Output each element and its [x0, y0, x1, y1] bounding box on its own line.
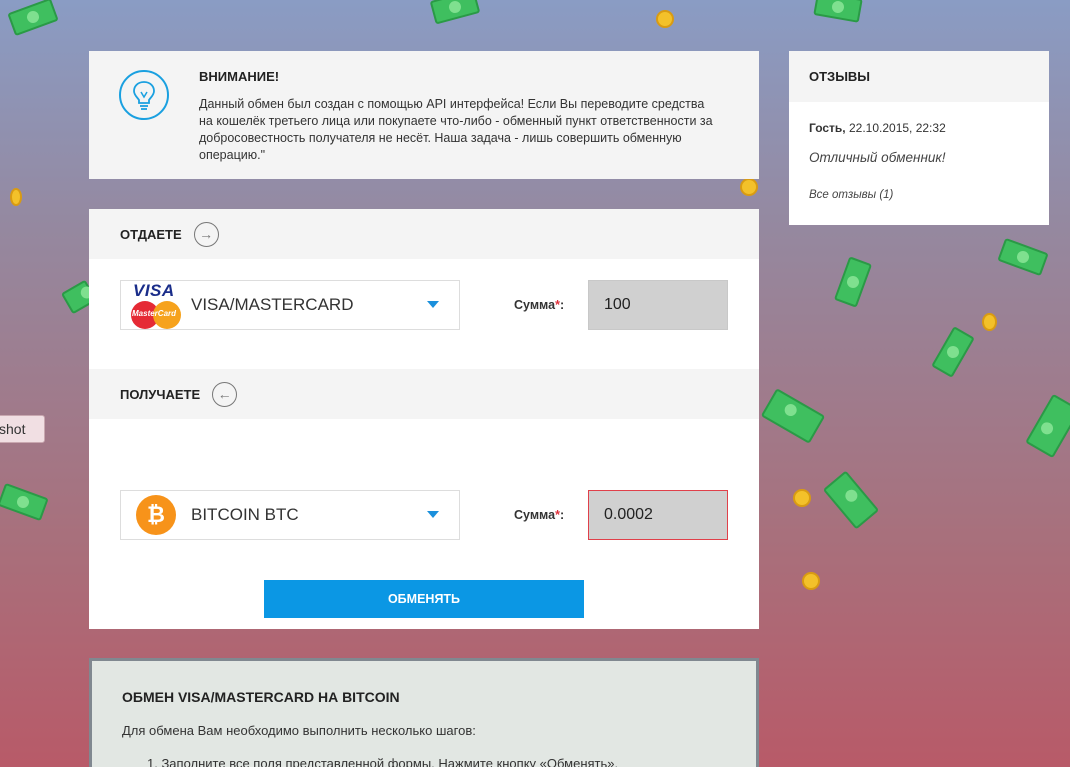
- money-bill-decoration: [7, 0, 59, 37]
- mastercard-logo: MasterCard: [131, 301, 183, 329]
- give-currency-label: VISA/MASTERCARD: [191, 295, 354, 314]
- coin-decoration: [10, 188, 22, 206]
- give-section-header: ОТДАЕТЕ →: [89, 209, 759, 259]
- info-intro: Для обмена Вам необходимо выполнить неск…: [122, 723, 476, 738]
- arrow-left-icon: ←: [212, 381, 238, 407]
- receive-label: ПОЛУЧАЕТЕ: [120, 386, 201, 402]
- coin-decoration: [793, 489, 811, 507]
- reviews-title: ОТЗЫВЫ: [789, 51, 1049, 102]
- sum-colon: :: [559, 298, 565, 312]
- give-currency-select[interactable]: VISA MasterCard VISA/MASTERCARD: [120, 280, 460, 330]
- bitcoin-icon: ₿: [136, 495, 176, 535]
- dropdown-caret-icon: [427, 511, 439, 518]
- notice-card: ВНИМАНИЕ! Данный обмен был создан с помо…: [89, 51, 759, 179]
- screenshot-tab[interactable]: shot: [0, 415, 45, 443]
- arrow-right-icon: →: [193, 221, 219, 247]
- money-bill-decoration: [429, 0, 481, 25]
- money-bill-decoration: [997, 237, 1049, 277]
- receive-sum-label: Сумма*:: [514, 508, 564, 522]
- receive-section-header: ПОЛУЧАЕТЕ ←: [89, 369, 759, 419]
- receive-currency-label: BITCOIN BTC: [191, 505, 299, 524]
- money-bill-decoration: [931, 326, 975, 378]
- money-bill-decoration: [833, 256, 873, 308]
- give-label: ОТДАЕТЕ: [120, 226, 182, 242]
- receive-currency-select[interactable]: ₿ BITCOIN BTC: [120, 490, 460, 540]
- dropdown-caret-icon: [427, 301, 439, 308]
- sum-label-text: Сумма: [514, 508, 556, 522]
- exchange-submit-button[interactable]: ОБМЕНЯТЬ: [264, 580, 584, 618]
- give-sum-label: Сумма*:: [514, 298, 564, 312]
- receive-amount-input[interactable]: 0.0002: [588, 490, 728, 540]
- review-text: Отличный обменник!: [809, 150, 946, 165]
- money-bill-decoration: [1025, 393, 1070, 459]
- visa-mastercard-icon: VISA MasterCard: [131, 281, 183, 329]
- money-bill-decoration: [760, 388, 826, 444]
- sum-colon: :: [559, 508, 565, 522]
- give-amount-input[interactable]: 100: [588, 280, 728, 330]
- info-step: 1. Заполните все поля представленной фор…: [147, 756, 619, 767]
- coin-decoration: [982, 313, 997, 331]
- sum-label-text: Сумма: [514, 298, 556, 312]
- money-bill-decoration: [822, 470, 880, 530]
- coin-decoration: [802, 572, 820, 590]
- lightbulb-icon: [119, 70, 169, 120]
- mastercard-text: MasterCard: [132, 309, 177, 318]
- review-author: Гость, 22.10.2015, 22:32: [809, 121, 946, 135]
- notice-title: ВНИМАНИЕ!: [199, 69, 280, 84]
- notice-text: Данный обмен был создан с помощью API ин…: [199, 97, 713, 162]
- exchange-info-card: ОБМЕН VISA/MASTERCARD НА BITCOIN Для обм…: [89, 658, 759, 767]
- visa-logo: VISA: [133, 281, 175, 300]
- review-author-name: Гость,: [809, 121, 846, 135]
- exchange-form: ОТДАЕТЕ → VISA MasterCard VISA/MASTERCAR…: [89, 209, 759, 629]
- info-title: ОБМЕН VISA/MASTERCARD НА BITCOIN: [122, 689, 400, 705]
- money-bill-decoration: [0, 482, 49, 522]
- coin-decoration: [656, 10, 674, 28]
- coin-decoration: [740, 178, 758, 196]
- reviews-card: ОТЗЫВЫ Гость, 22.10.2015, 22:32 Отличный…: [789, 51, 1049, 225]
- all-reviews-link[interactable]: Все отзывы (1): [809, 189, 893, 201]
- review-date: 22.10.2015, 22:32: [848, 121, 946, 135]
- screenshot-tab-label: shot: [0, 421, 26, 437]
- money-bill-decoration: [813, 0, 863, 23]
